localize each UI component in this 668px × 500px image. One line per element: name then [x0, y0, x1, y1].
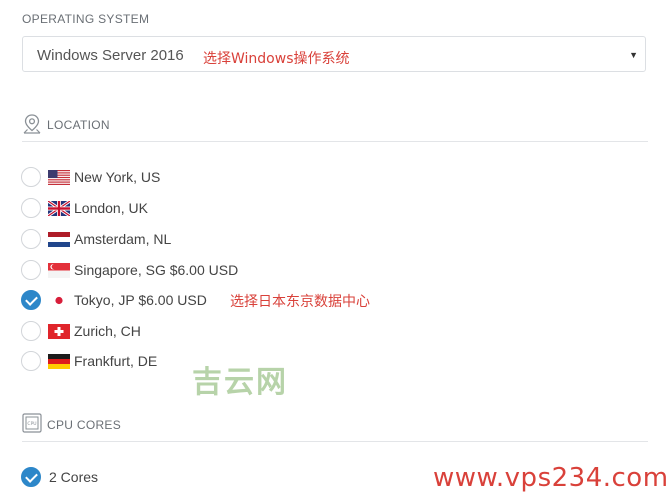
os-annotation: 选择Windows操作系统 [203, 51, 350, 67]
location-option-new-york[interactable]: New York, US [21, 167, 621, 189]
radio-button[interactable] [21, 321, 41, 341]
location-label: Tokyo, JP $6.00 USD [74, 292, 207, 308]
sg-flag-icon [48, 263, 70, 278]
uk-flag-icon [48, 201, 70, 216]
location-option-amsterdam[interactable]: Amsterdam, NL [21, 229, 621, 251]
location-option-zurich[interactable]: Zurich, CH [21, 321, 621, 343]
nl-flag-icon [48, 232, 70, 247]
radio-button[interactable] [21, 198, 41, 218]
location-option-tokyo[interactable]: Tokyo, JP $6.00 USD 选择日本东京数据中心 [21, 290, 621, 312]
chevron-down-icon[interactable]: ▼ [629, 50, 638, 60]
location-label: Frankfurt, DE [74, 353, 158, 369]
map-pin-icon [22, 113, 42, 140]
ch-flag-icon [48, 324, 70, 339]
cpu-icon-text: CPU [27, 421, 36, 427]
location-option-london[interactable]: London, UK [21, 198, 621, 220]
cpu-section-title: CPU CORES [47, 418, 122, 432]
location-label: Zurich, CH [74, 323, 141, 339]
url-watermark: www.vps234.com [433, 463, 668, 493]
us-flag-icon [48, 170, 70, 185]
location-divider [22, 141, 648, 142]
location-option-singapore[interactable]: Singapore, SG $6.00 USD [21, 260, 621, 282]
location-annotation: 选择日本东京数据中心 [230, 294, 370, 310]
radio-button-checked[interactable] [21, 290, 41, 310]
server-config-page: OPERATING SYSTEM Windows Server 2016 选择W… [0, 0, 668, 500]
os-section-title: OPERATING SYSTEM [22, 12, 150, 26]
os-selected-value: Windows Server 2016 [37, 47, 184, 64]
location-label: London, UK [74, 200, 148, 216]
location-label: Singapore, SG $6.00 USD [74, 262, 239, 278]
radio-button-checked[interactable] [21, 467, 41, 487]
cpu-option-label: 2 Cores [49, 469, 99, 485]
cpu-icon: CPU [22, 413, 42, 438]
location-section-title: LOCATION [47, 118, 110, 132]
radio-button[interactable] [21, 229, 41, 249]
location-option-frankfurt[interactable]: Frankfurt, DE [21, 351, 621, 373]
location-label: Amsterdam, NL [74, 231, 172, 247]
cpu-divider [22, 441, 648, 442]
location-label: New York, US [74, 169, 161, 185]
radio-button[interactable] [21, 351, 41, 371]
radio-button[interactable] [21, 167, 41, 187]
radio-button[interactable] [21, 260, 41, 280]
jp-flag-icon [48, 293, 70, 308]
site-watermark: 吉云网 [192, 365, 288, 400]
de-flag-icon [48, 354, 70, 369]
os-select[interactable]: Windows Server 2016 选择Windows操作系统 ▼ [22, 36, 646, 72]
